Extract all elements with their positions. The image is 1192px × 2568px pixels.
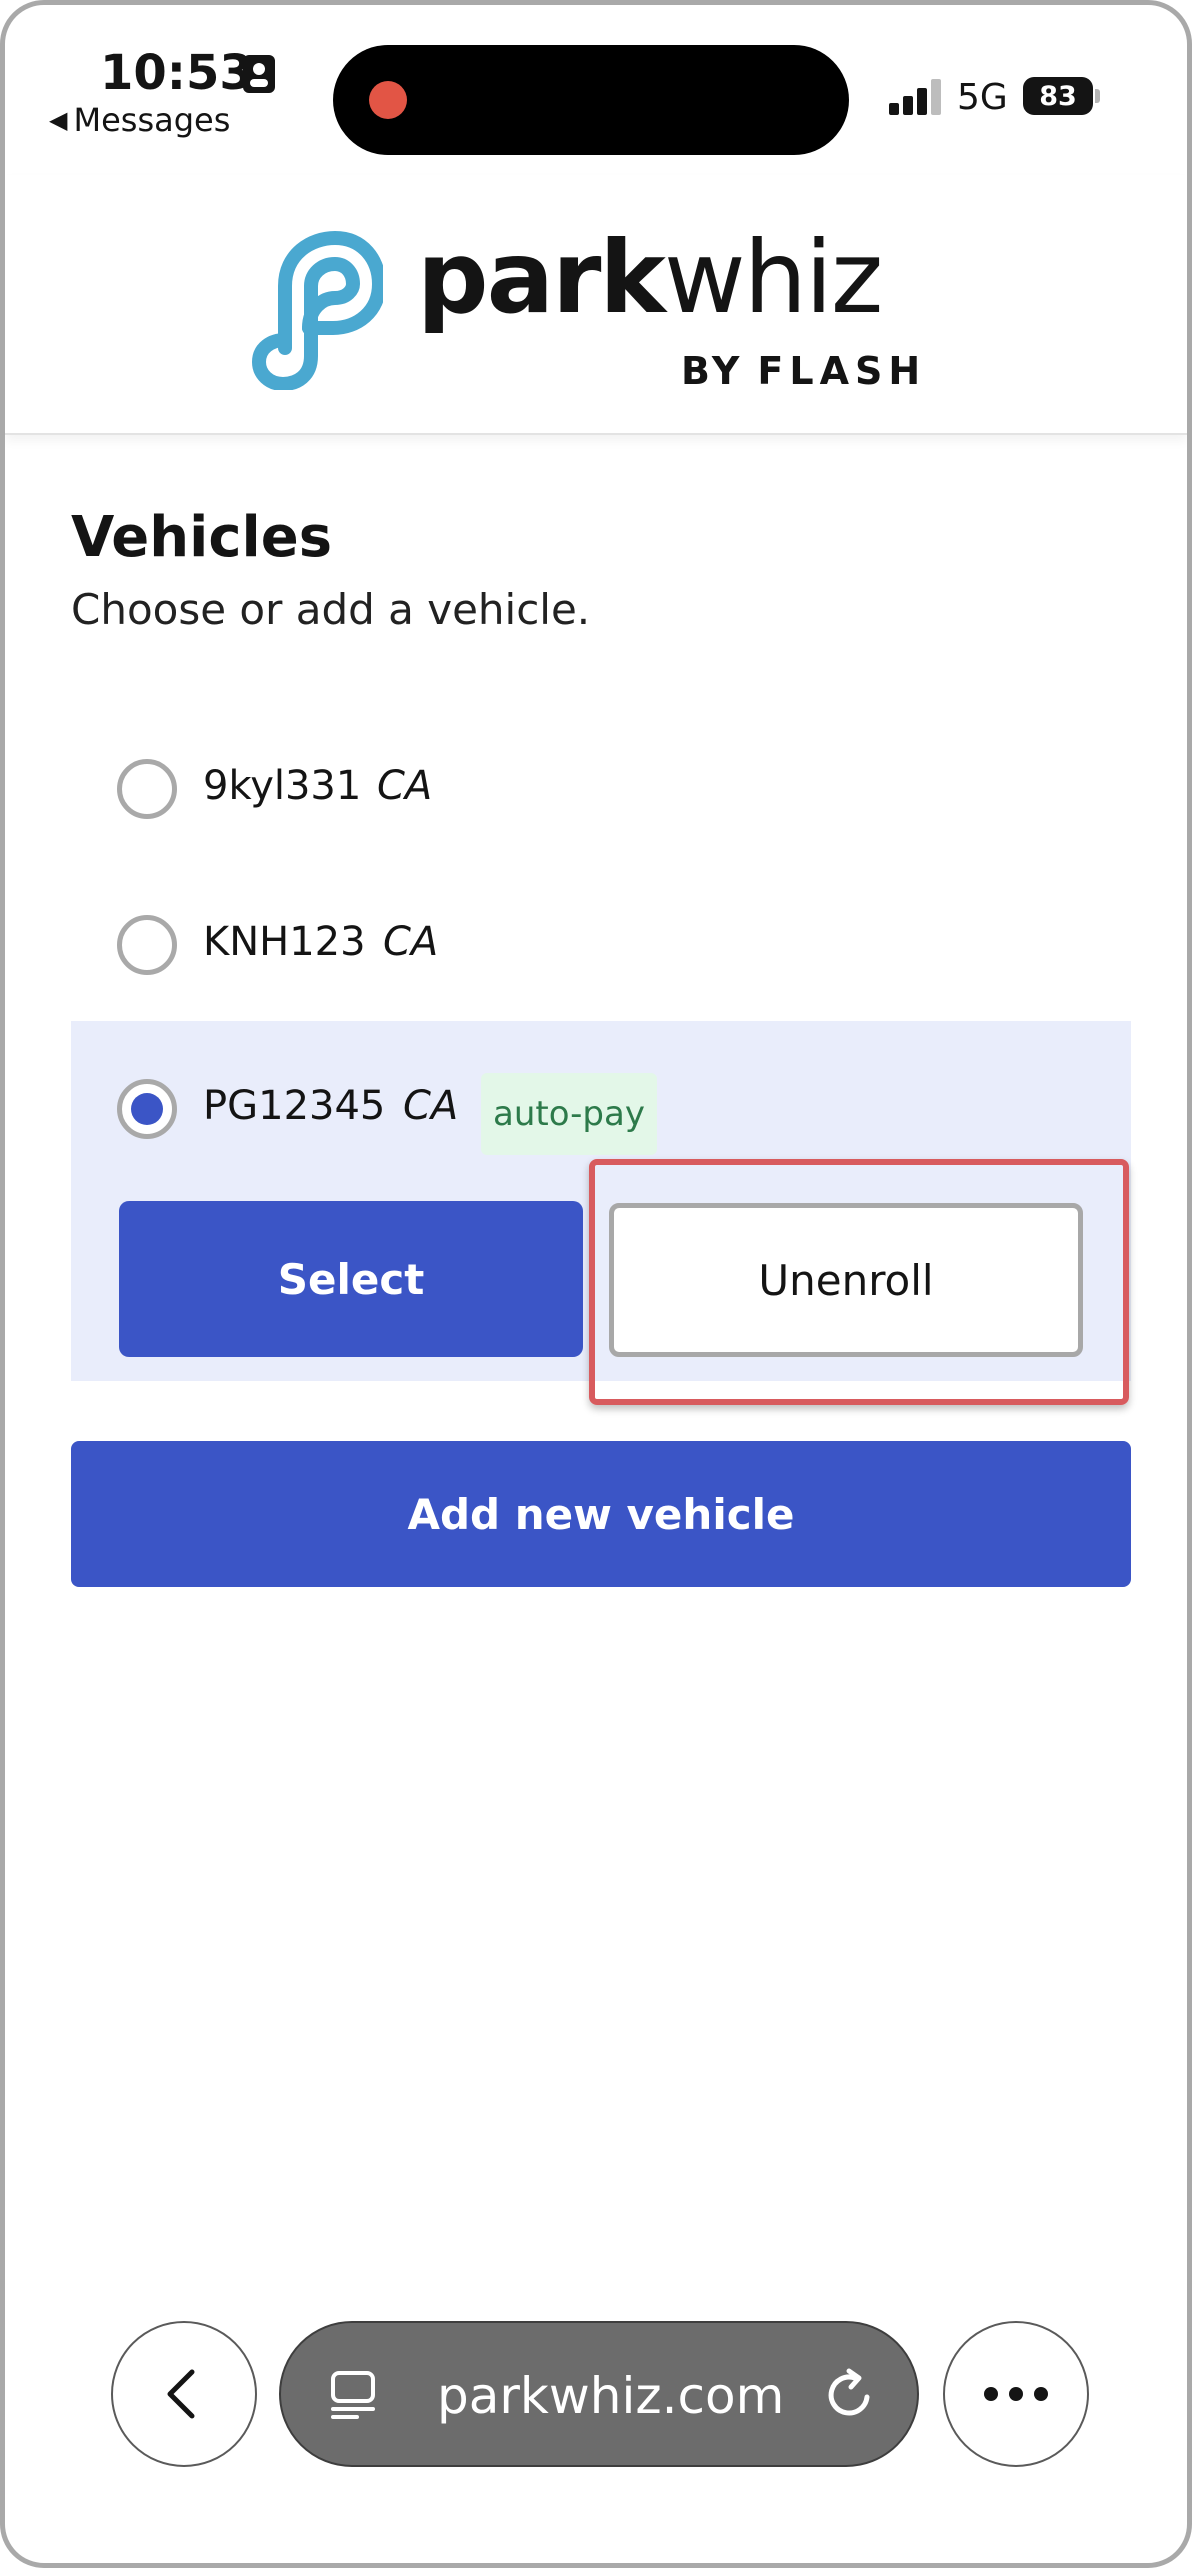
contact-card-icon	[243, 55, 275, 93]
chevron-left-icon	[167, 2369, 195, 2419]
back-app-label: Messages	[73, 101, 231, 139]
parkwhiz-wordmark[interactable]: parkwhiz	[417, 223, 883, 333]
cellular-signal-icon	[889, 79, 945, 115]
vehicle-state: CA	[377, 763, 433, 809]
recording-indicator-icon	[369, 81, 407, 119]
battery-level: 83	[1039, 80, 1077, 112]
address-bar[interactable]: parkwhiz.com	[279, 2321, 919, 2467]
url-text: parkwhiz.com	[437, 2367, 785, 2425]
network-type: 5G	[957, 77, 1008, 118]
vehicle-row[interactable]: KNH123 CA	[71, 873, 1131, 1009]
back-to-messages[interactable]: ◀ Messages	[49, 101, 230, 139]
vehicle-radio[interactable]	[117, 759, 177, 819]
wordmark-light: whiz	[663, 219, 883, 336]
logo-by: BY	[681, 349, 744, 393]
add-new-vehicle-button[interactable]: Add new vehicle	[71, 1441, 1131, 1587]
vehicle-state: CA	[403, 1083, 459, 1129]
ellipsis-icon	[984, 2387, 1048, 2401]
vehicle-plate: 9kyl331	[203, 763, 362, 809]
tabs-icon[interactable]	[327, 2369, 379, 2421]
auto-pay-badge: auto-pay	[481, 1073, 657, 1155]
dynamic-island	[333, 45, 849, 155]
parkwhiz-logo-icon[interactable]	[223, 230, 383, 390]
phone-frame: 10:53 ◀ Messages 5G 83 parkwhiz BY FLASH…	[0, 0, 1192, 2568]
vehicle-radio[interactable]	[117, 915, 177, 975]
wordmark-bold: park	[417, 219, 666, 336]
select-button[interactable]: Select	[119, 1201, 583, 1357]
logo-byline: BY FLASH	[681, 349, 926, 393]
unenroll-button[interactable]: Unenroll	[609, 1203, 1083, 1357]
page-subtitle: Choose or add a vehicle.	[71, 585, 591, 634]
battery-icon: 83	[1023, 77, 1093, 115]
reload-icon[interactable]	[821, 2367, 877, 2423]
page-title: Vehicles	[71, 505, 333, 570]
status-time: 10:53	[100, 45, 253, 101]
status-bar: 10:53 ◀ Messages 5G 83	[5, 5, 1187, 175]
back-triangle-icon: ◀	[49, 106, 68, 134]
vehicle-plate: PG12345	[203, 1083, 386, 1129]
logo-brand: FLASH	[757, 349, 927, 393]
browser-back-button[interactable]	[111, 2321, 257, 2467]
battery-tip	[1095, 89, 1100, 103]
vehicle-radio-checked[interactable]	[117, 1079, 177, 1139]
more-options-button[interactable]	[943, 2321, 1089, 2467]
vehicle-row[interactable]: 9kyl331 CA	[71, 717, 1131, 853]
vehicle-state: CA	[383, 919, 439, 965]
vehicle-plate: KNH123	[203, 919, 366, 965]
